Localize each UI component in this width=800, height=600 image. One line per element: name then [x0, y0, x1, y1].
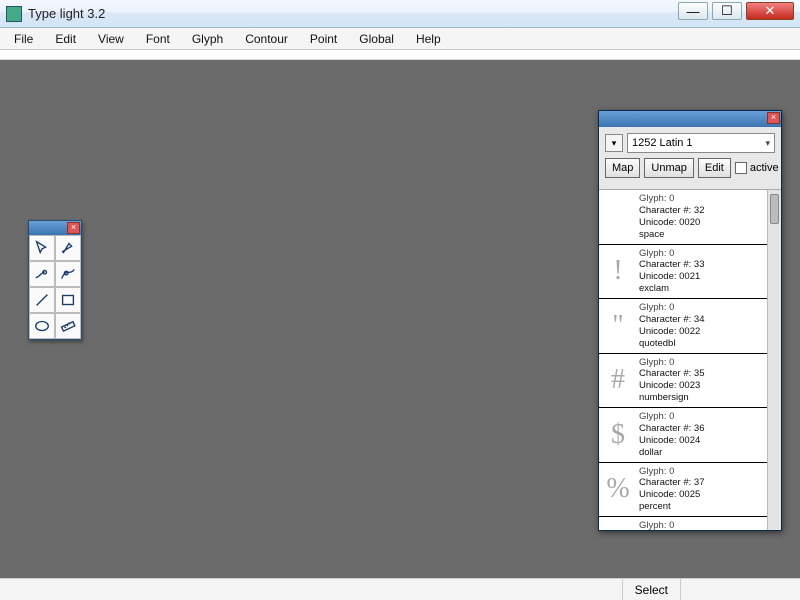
unmap-button[interactable]: Unmap	[644, 158, 693, 178]
app-icon	[6, 6, 22, 22]
glyph-unicode: Unicode: 0020	[639, 217, 765, 229]
menu-edit[interactable]: Edit	[47, 30, 84, 48]
menu-help[interactable]: Help	[408, 30, 449, 48]
glyph-name: quotedbl	[639, 338, 765, 350]
encoding-prev-button[interactable]: ▾	[605, 134, 623, 152]
glyph-panel-controls: ▾ 1252 Latin 1 Map Unmap Edit active	[599, 127, 781, 190]
glyph-unicode: Unicode: 0024	[639, 435, 765, 447]
statusbar: Select	[0, 578, 800, 600]
status-spacer	[680, 579, 800, 600]
tool-pen[interactable]	[55, 235, 81, 261]
menu-font[interactable]: Font	[138, 30, 178, 48]
glyph-name: exclam	[639, 283, 765, 295]
status-mode: Select	[622, 579, 680, 600]
scrollbar[interactable]	[767, 190, 781, 530]
menu-file[interactable]: File	[6, 30, 41, 48]
glyph-panel-titlebar[interactable]: ×	[599, 111, 781, 127]
window-buttons: — ☐ ✕	[678, 0, 800, 27]
glyph-symbol	[599, 190, 637, 244]
glyph-row[interactable]: #Glyph: 0Character #: 35Unicode: 0023num…	[599, 354, 767, 409]
palette-close-icon[interactable]: ×	[67, 222, 80, 234]
encoding-select[interactable]: 1252 Latin 1	[627, 133, 775, 153]
glyph-row[interactable]: %Glyph: 0Character #: 37Unicode: 0025per…	[599, 463, 767, 518]
glyph-char: Character #: 35	[639, 368, 765, 380]
tool-curve-node[interactable]	[55, 261, 81, 287]
glyph-id: Glyph: 0	[639, 520, 765, 530]
glyph-char: Character #: 34	[639, 314, 765, 326]
glyph-symbol: #	[599, 354, 637, 408]
active-checkbox[interactable]: active	[735, 162, 779, 174]
close-button[interactable]: ✕	[746, 2, 794, 20]
glyph-name: space	[639, 229, 765, 241]
glyph-id: Glyph: 0	[639, 248, 765, 260]
map-button[interactable]: Map	[605, 158, 640, 178]
glyph-row[interactable]: Glyph: 0Character #: 32Unicode: 0020spac…	[599, 190, 767, 245]
tool-ellipse[interactable]	[29, 313, 55, 339]
tool-ruler[interactable]	[55, 313, 81, 339]
tool-line[interactable]	[29, 287, 55, 313]
glyph-symbol: $	[599, 408, 637, 462]
edit-button[interactable]: Edit	[698, 158, 731, 178]
encoding-value: 1252 Latin 1	[632, 137, 693, 149]
glyph-row[interactable]: !Glyph: 0Character #: 33Unicode: 0021exc…	[599, 245, 767, 300]
menu-point[interactable]: Point	[302, 30, 345, 48]
palette-titlebar[interactable]: ×	[29, 221, 81, 235]
glyph-panel[interactable]: × ▾ 1252 Latin 1 Map Unmap Edit active G…	[598, 110, 782, 531]
tool-pointer[interactable]	[29, 235, 55, 261]
glyph-row[interactable]: &Glyph: 0Character #: 38Unicode: 0026amp…	[599, 517, 767, 530]
menu-global[interactable]: Global	[351, 30, 402, 48]
maximize-button[interactable]: ☐	[712, 2, 742, 20]
glyph-id: Glyph: 0	[639, 466, 765, 478]
glyph-symbol: !	[599, 245, 637, 299]
glyph-info: Glyph: 0Character #: 34Unicode: 0022quot…	[637, 299, 767, 353]
glyph-name: numbersign	[639, 392, 765, 404]
workspace: × × ▾ 1252 Latin 1 Map Unmap Edit	[0, 60, 800, 578]
tool-grid	[29, 235, 81, 339]
scrollbar-thumb[interactable]	[770, 194, 779, 224]
menu-glyph[interactable]: Glyph	[184, 30, 231, 48]
glyph-info: Glyph: 0Character #: 36Unicode: 0024doll…	[637, 408, 767, 462]
glyph-info: Glyph: 0Character #: 33Unicode: 0021excl…	[637, 245, 767, 299]
glyph-info: Glyph: 0Character #: 35Unicode: 0023numb…	[637, 354, 767, 408]
glyph-char: Character #: 36	[639, 423, 765, 435]
minimize-button[interactable]: —	[678, 2, 708, 20]
window-title: Type light 3.2	[28, 6, 678, 21]
glyph-char: Character #: 37	[639, 477, 765, 489]
glyph-id: Glyph: 0	[639, 357, 765, 369]
glyph-id: Glyph: 0	[639, 302, 765, 314]
titlebar: Type light 3.2 — ☐ ✕	[0, 0, 800, 28]
active-label: active	[750, 162, 779, 174]
glyph-row[interactable]: "Glyph: 0Character #: 34Unicode: 0022quo…	[599, 299, 767, 354]
tool-rectangle[interactable]	[55, 287, 81, 313]
glyph-id: Glyph: 0	[639, 193, 765, 205]
glyph-row[interactable]: $Glyph: 0Character #: 36Unicode: 0024dol…	[599, 408, 767, 463]
glyph-unicode: Unicode: 0021	[639, 271, 765, 283]
glyph-unicode: Unicode: 0025	[639, 489, 765, 501]
menu-contour[interactable]: Contour	[237, 30, 296, 48]
menu-view[interactable]: View	[90, 30, 132, 48]
glyph-id: Glyph: 0	[639, 411, 765, 423]
tool-corner-node[interactable]	[29, 261, 55, 287]
glyph-symbol: %	[599, 463, 637, 517]
glyph-info: Glyph: 0Character #: 32Unicode: 0020spac…	[637, 190, 767, 244]
glyph-panel-close-icon[interactable]: ×	[767, 112, 780, 124]
glyph-info: Glyph: 0Character #: 37Unicode: 0025perc…	[637, 463, 767, 517]
glyph-unicode: Unicode: 0022	[639, 326, 765, 338]
menubar: File Edit View Font Glyph Contour Point …	[0, 28, 800, 50]
checkbox-icon	[735, 162, 747, 174]
tool-palette[interactable]: ×	[28, 220, 82, 340]
glyph-name: dollar	[639, 447, 765, 459]
glyph-char: Character #: 33	[639, 259, 765, 271]
glyph-info: Glyph: 0Character #: 38Unicode: 0026ampe…	[637, 517, 767, 530]
glyph-symbol: "	[599, 299, 637, 353]
glyph-unicode: Unicode: 0023	[639, 380, 765, 392]
glyph-list[interactable]: Glyph: 0Character #: 32Unicode: 0020spac…	[599, 190, 781, 530]
glyph-symbol: &	[599, 517, 637, 530]
glyph-name: percent	[639, 501, 765, 513]
toolstrip	[0, 50, 800, 60]
glyph-char: Character #: 32	[639, 205, 765, 217]
